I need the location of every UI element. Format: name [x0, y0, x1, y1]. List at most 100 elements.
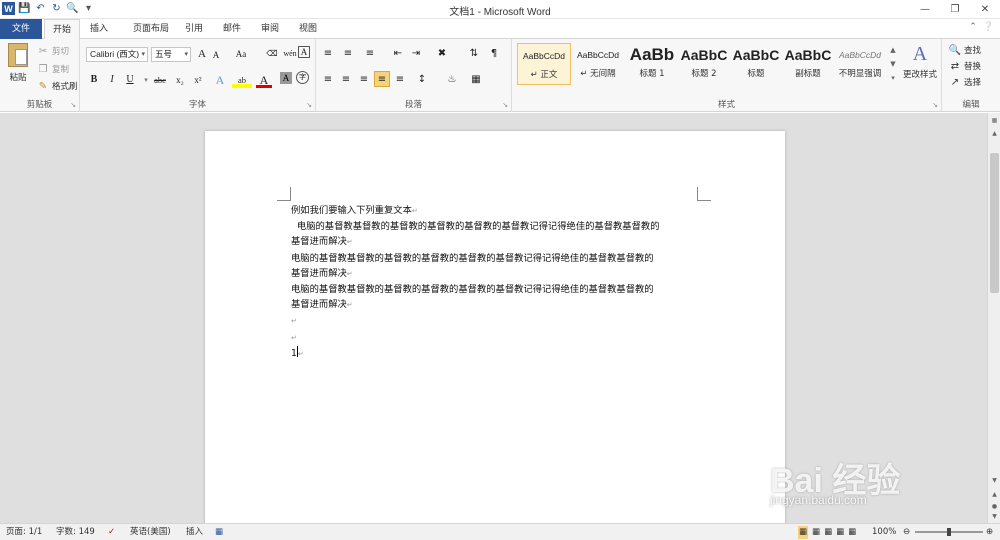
- tab-mailings[interactable]: 邮件: [216, 19, 248, 39]
- highlight-button[interactable]: ab: [232, 72, 252, 88]
- multilevel-list-icon[interactable]: ≡: [362, 46, 378, 62]
- change-styles-button[interactable]: A 更改样式: [900, 43, 940, 80]
- zoom-in-icon[interactable]: ⊕: [986, 526, 993, 539]
- chevron-down-icon[interactable]: ▼: [888, 57, 898, 71]
- style-item-normal[interactable]: AaBbCcDd ↵ 正文: [517, 43, 571, 85]
- replace-button[interactable]: ⇄ 替换: [948, 59, 981, 73]
- clear-format-icon[interactable]: ⌫: [264, 46, 280, 62]
- style-sample: AaBb: [629, 45, 675, 64]
- tab-references[interactable]: 引用: [178, 19, 210, 39]
- tab-insert[interactable]: 插入: [82, 19, 116, 39]
- language[interactable]: 英语(美国): [130, 526, 171, 539]
- styles-scroll[interactable]: ▲ ▼ ▾: [888, 43, 898, 85]
- font-name-combo[interactable]: Calibri (西文) ▾: [86, 47, 148, 62]
- align-right-icon[interactable]: ≡: [356, 72, 372, 88]
- restore-icon[interactable]: ❐: [940, 0, 970, 19]
- decrease-indent-icon[interactable]: ⇤: [390, 46, 406, 62]
- font-size-value: 五号: [155, 49, 173, 59]
- insert-mode[interactable]: 插入: [186, 526, 203, 539]
- font-launcher-icon[interactable]: ↘: [306, 101, 312, 109]
- chevron-up-icon[interactable]: ▲: [888, 43, 898, 57]
- scroll-thumb[interactable]: [990, 153, 999, 293]
- clipboard-launcher-icon[interactable]: ↘: [70, 101, 76, 109]
- word-count[interactable]: 字数: 149: [56, 526, 95, 539]
- style-item-no-spacing[interactable]: AaBbCcDd ↵ 无间隔: [571, 43, 625, 85]
- spell-check-icon[interactable]: ✓: [108, 526, 115, 539]
- paragraph-launcher-icon[interactable]: ↘: [502, 101, 508, 109]
- document-body[interactable]: 例如我们要输入下列重复文本↵ 电脑的基督教基督教的基督教的基督教的基督教的基督教…: [291, 203, 711, 362]
- page-count[interactable]: 页面: 1/1: [6, 526, 42, 539]
- zoom-slider-knob[interactable]: [947, 528, 951, 536]
- minimize-icon[interactable]: —: [910, 0, 940, 19]
- phonetic-guide-button[interactable]: wén: [282, 46, 298, 62]
- tab-review[interactable]: 审阅: [254, 19, 286, 39]
- copy-button[interactable]: ❐ 复制: [36, 62, 70, 76]
- style-item-subtle-emphasis[interactable]: AaBbCcDd 不明显强调: [833, 43, 887, 85]
- align-left-icon[interactable]: ≡: [320, 72, 336, 88]
- line-spacing-icon[interactable]: ↕: [414, 72, 430, 88]
- show-marks-icon[interactable]: ¶: [486, 46, 502, 62]
- shrink-font-button[interactable]: A: [208, 47, 224, 63]
- strikethrough-button[interactable]: abc: [150, 72, 170, 88]
- find-button[interactable]: 🔍 查找: [948, 43, 981, 57]
- char-shading-button[interactable]: A: [280, 72, 292, 84]
- align-center-icon[interactable]: ≡: [338, 72, 354, 88]
- shading-icon[interactable]: ♨: [444, 72, 460, 88]
- font-color-button[interactable]: A: [256, 72, 272, 88]
- draft-icon[interactable]: ▦: [848, 526, 856, 539]
- style-item-heading-2[interactable]: AaBbC 标题 2: [677, 43, 731, 85]
- tab-page-layout[interactable]: 页面布局: [122, 19, 180, 39]
- style-item-heading-1[interactable]: AaBb 标题 1: [625, 43, 679, 85]
- distributed-icon[interactable]: ≡: [392, 72, 408, 88]
- cut-button[interactable]: ✂ 剪切: [36, 44, 69, 58]
- styles-launcher-icon[interactable]: ↘: [932, 101, 938, 109]
- style-item-title[interactable]: AaBbC 标题: [729, 43, 783, 85]
- help-icon[interactable]: ❔: [983, 22, 994, 32]
- scroll-up-icon[interactable]: ▲: [989, 128, 1000, 139]
- outline-icon[interactable]: ▦: [836, 526, 844, 539]
- text-effect-button[interactable]: A: [212, 72, 228, 88]
- previous-page-icon[interactable]: ▲: [989, 489, 1000, 500]
- minimize-ribbon-icon[interactable]: ⌃: [969, 22, 977, 32]
- paragraph-mark: ↵: [291, 333, 297, 342]
- char-border-button[interactable]: A: [298, 46, 310, 58]
- ruler-toggle-icon[interactable]: ▦: [989, 115, 1000, 126]
- select-button[interactable]: ↗ 选择: [948, 75, 981, 89]
- numbering-icon[interactable]: ≡: [340, 46, 356, 62]
- bold-button[interactable]: B: [86, 72, 102, 88]
- vertical-scrollbar[interactable]: ▦ ▲ ▼ ▲ ● ▼: [987, 113, 1000, 523]
- zoom-slider[interactable]: [915, 528, 983, 536]
- change-case-button[interactable]: Aa: [230, 46, 252, 62]
- tab-home[interactable]: 开始: [44, 19, 80, 40]
- close-icon[interactable]: ✕: [970, 0, 1000, 19]
- print-layout-icon[interactable]: ▦: [798, 526, 809, 539]
- italic-button[interactable]: I: [104, 72, 120, 88]
- scroll-down-icon[interactable]: ▼: [989, 475, 1000, 486]
- chevron-down-icon: ▾: [184, 51, 188, 58]
- justify-icon[interactable]: ≡: [374, 71, 390, 87]
- subscript-button[interactable]: x₂: [172, 72, 188, 88]
- font-size-combo[interactable]: 五号 ▾: [151, 47, 191, 62]
- document-page[interactable]: 例如我们要输入下列重复文本↵ 电脑的基督教基督教的基督教的基督教的基督教的基督教…: [205, 131, 785, 523]
- chinese-layout-icon[interactable]: ✖: [434, 46, 450, 62]
- macro-record-icon[interactable]: ▦: [215, 526, 223, 539]
- next-page-icon[interactable]: ▼: [989, 511, 1000, 522]
- format-painter-button[interactable]: ✎ 格式刷: [36, 79, 78, 93]
- borders-icon[interactable]: ▦: [468, 72, 484, 88]
- style-item-subtitle[interactable]: AaBbC 副标题: [781, 43, 835, 85]
- web-layout-icon[interactable]: ▦: [824, 526, 832, 539]
- increase-indent-icon[interactable]: ⇥: [408, 46, 424, 62]
- zoom-level[interactable]: 100%: [872, 526, 896, 539]
- sort-icon[interactable]: ⇅: [466, 46, 482, 62]
- full-screen-reading-icon[interactable]: ▦: [812, 526, 820, 539]
- more-styles-icon[interactable]: ▾: [888, 71, 898, 85]
- enclose-char-button[interactable]: 字: [296, 71, 309, 84]
- style-name: 不明显强调: [838, 69, 882, 79]
- tab-view[interactable]: 视图: [292, 19, 324, 39]
- bullets-icon[interactable]: ≡: [320, 46, 336, 62]
- tab-file[interactable]: 文件: [0, 19, 42, 39]
- paste-button[interactable]: 粘贴: [6, 43, 30, 83]
- superscript-button[interactable]: x²: [190, 72, 206, 88]
- underline-button[interactable]: U: [122, 72, 138, 88]
- zoom-out-icon[interactable]: ⊖: [903, 526, 910, 539]
